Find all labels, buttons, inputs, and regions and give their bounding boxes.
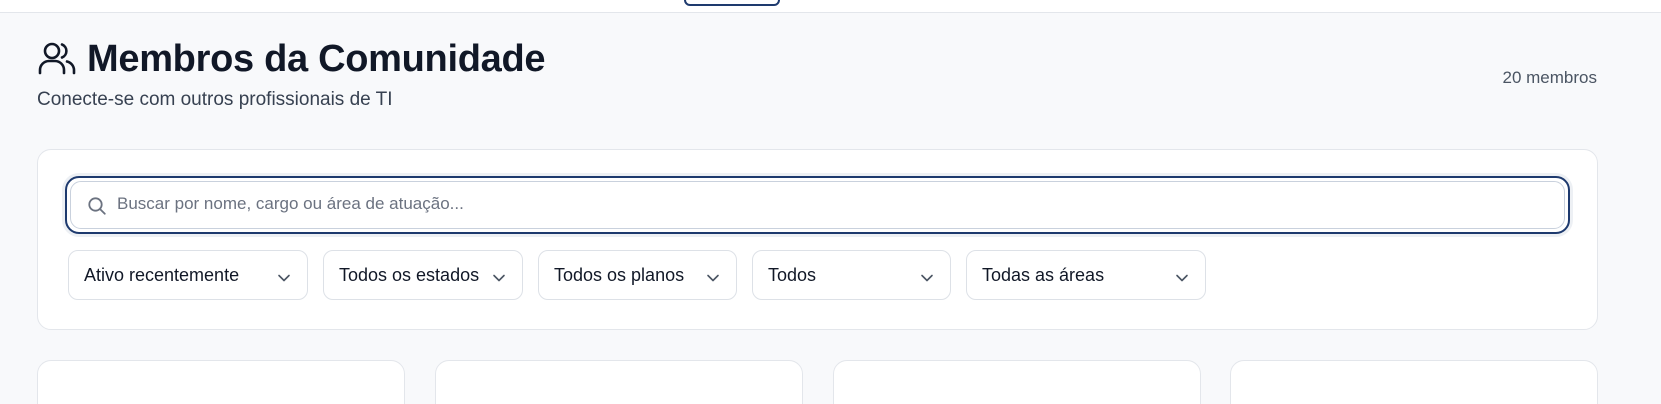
chevron-down-icon: [706, 269, 720, 283]
page-header: Membros da Comunidade Conecte-se com out…: [37, 36, 1597, 120]
filter-plan-label: Todos os planos: [554, 264, 685, 285]
filter-row: Ativo recentemente Todos os estados Todo…: [68, 250, 1206, 300]
users-icon: [37, 39, 77, 79]
member-card[interactable]: [833, 360, 1201, 404]
page-title: Membros da Comunidade: [87, 38, 546, 80]
chevron-down-icon: [492, 269, 506, 283]
member-card[interactable]: [1230, 360, 1598, 404]
member-count: 20 membros: [1502, 68, 1597, 87]
chevron-down-icon: [1175, 269, 1189, 283]
title-row: Membros da Comunidade: [37, 36, 1597, 82]
filter-area-select[interactable]: Todas as áreas: [966, 250, 1206, 300]
filter-area-label: Todas as áreas: [982, 264, 1105, 285]
filter-plan-select[interactable]: Todos os planos: [538, 250, 737, 300]
member-card[interactable]: [435, 360, 803, 404]
member-card[interactable]: [37, 360, 405, 404]
top-navbar: [0, 0, 1661, 13]
search-icon: [87, 196, 107, 216]
nav-tab-active[interactable]: [684, 0, 780, 6]
filter-state-label: Todos os estados: [339, 264, 480, 285]
filter-activity-select[interactable]: Ativo recentemente: [68, 250, 308, 300]
chevron-down-icon: [277, 269, 291, 283]
filter-state-select[interactable]: Todos os estados: [323, 250, 523, 300]
search-box[interactable]: [65, 176, 1570, 234]
search-input[interactable]: [117, 182, 1556, 226]
filter-general-select[interactable]: Todos: [752, 250, 951, 300]
filter-activity-label: Ativo recentemente: [84, 264, 240, 285]
member-cards-grid: [37, 360, 1598, 404]
filter-general-label: Todos: [768, 264, 817, 285]
page-subtitle: Conecte-se com outros profissionais de T…: [37, 89, 393, 110]
chevron-down-icon: [920, 269, 934, 283]
filter-panel: Ativo recentemente Todos os estados Todo…: [37, 149, 1598, 330]
